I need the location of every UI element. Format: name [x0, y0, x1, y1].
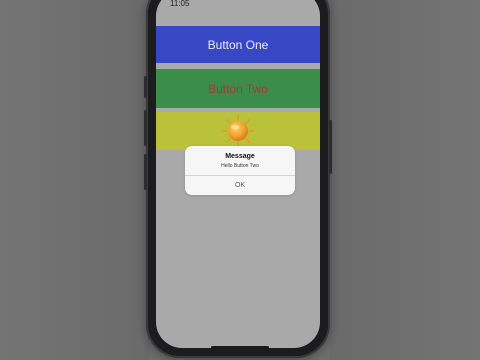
- alert-divider: [185, 175, 295, 176]
- alert-message: Hello Button Two: [221, 163, 259, 169]
- mute-switch: [144, 76, 147, 98]
- alert-ok-button[interactable]: OK: [185, 177, 295, 195]
- button-one[interactable]: Button One: [156, 26, 320, 63]
- button-two-label: Button Two: [208, 81, 268, 96]
- background-right: [330, 0, 480, 360]
- volume-down-button: [144, 154, 147, 190]
- power-button: [329, 120, 332, 174]
- volume-up-button: [144, 110, 147, 146]
- sun-icon: [221, 114, 255, 148]
- alert-dialog: Message Hello Button Two OK: [185, 146, 295, 195]
- button-one-label: Button One: [207, 37, 269, 52]
- home-indicator[interactable]: [211, 346, 269, 349]
- sun-button[interactable]: [156, 112, 320, 150]
- alert-title: Message: [225, 153, 255, 160]
- status-time: 11:05: [170, 0, 190, 8]
- background-left: [0, 0, 150, 360]
- button-two[interactable]: Button Two: [156, 69, 320, 108]
